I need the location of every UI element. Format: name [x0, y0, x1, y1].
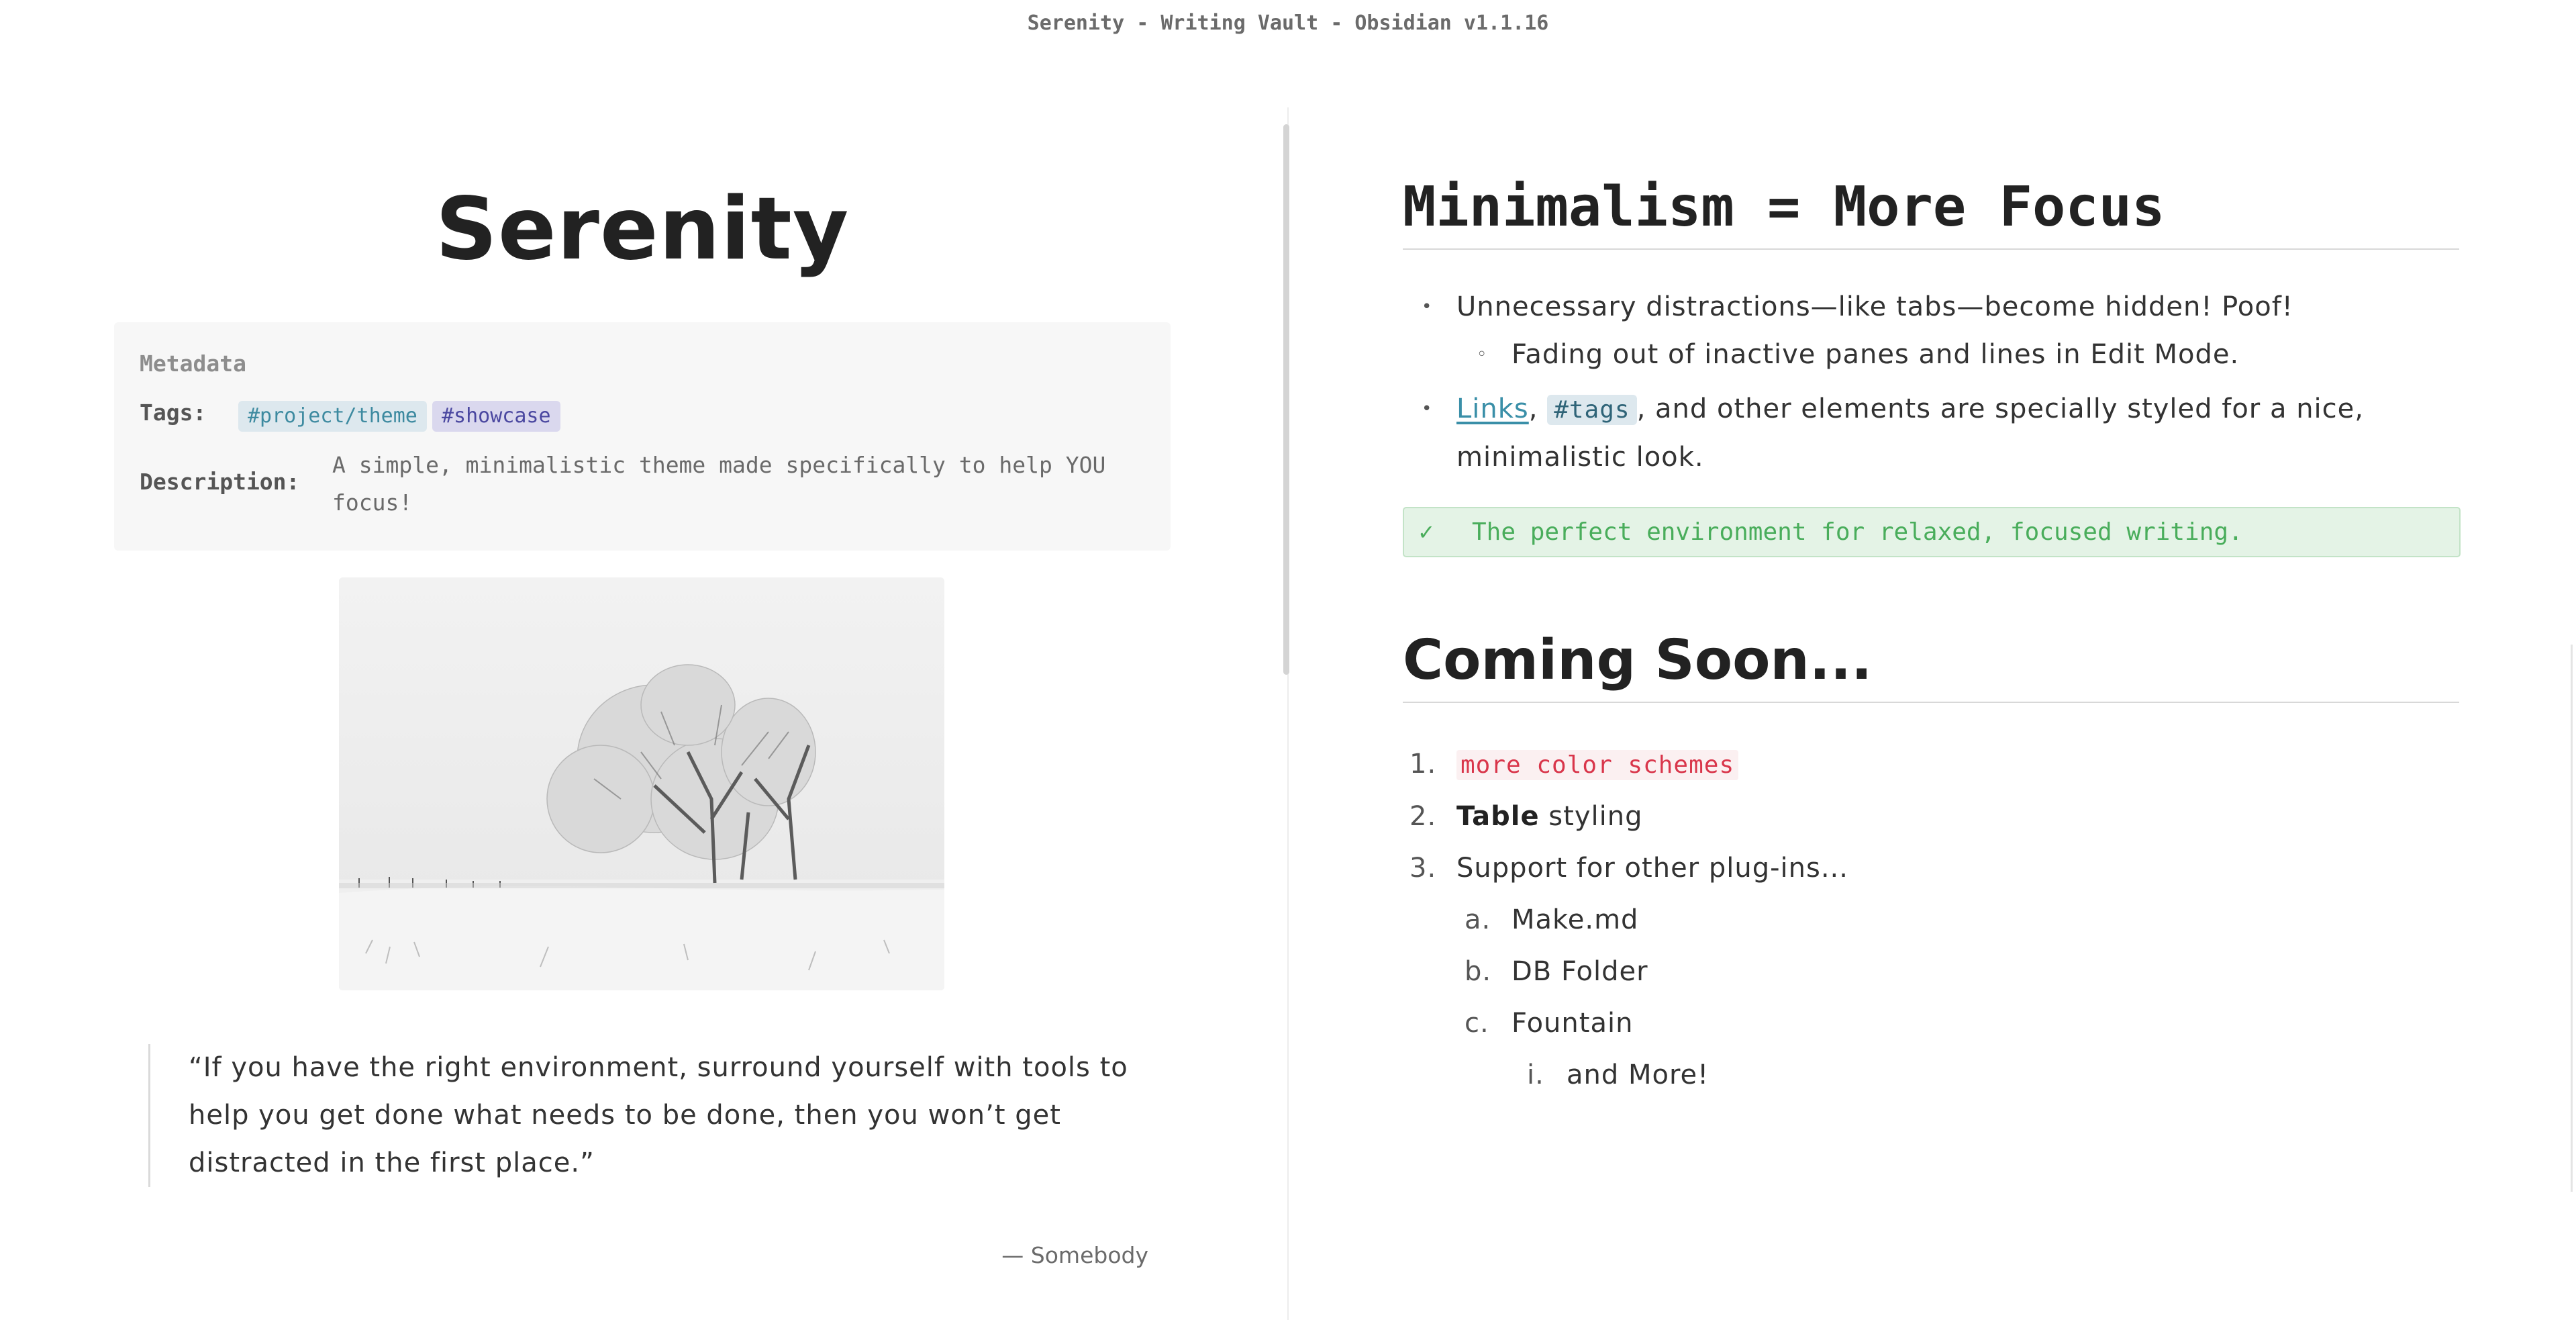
note-title: Serenity: [435, 179, 850, 279]
list-item-text: styling: [1539, 801, 1643, 832]
list-number: 1.: [1409, 749, 1437, 780]
internal-link[interactable]: Links: [1456, 393, 1529, 424]
list-item-text: DB Folder: [1512, 956, 1648, 987]
list-number: a.: [1465, 904, 1491, 935]
list-number: 2.: [1409, 801, 1437, 832]
list-item-text: Unnecessary distractions—like tabs—becom…: [1456, 291, 2293, 322]
list-item: 1. more color schemes: [1403, 739, 2463, 791]
blockquote: “If you have the right environment, surr…: [148, 1044, 1169, 1187]
list-item: 2. Table styling: [1403, 791, 2463, 843]
bullet-icon: •: [1422, 297, 1433, 317]
embedded-image: [339, 577, 944, 990]
list-item-text: ,: [1528, 393, 1548, 424]
metadata-block: Metadata Tags: #project/theme #showcase …: [114, 322, 1171, 551]
snowy-tree-landscape-icon: [339, 577, 944, 990]
check-icon: ✓: [1419, 518, 1434, 546]
left-pane-scrollbar[interactable]: [1283, 124, 1289, 675]
list-item: • Links, #tags, and other elements are s…: [1403, 385, 2463, 481]
metadata-description-label: Description:: [140, 469, 300, 495]
quote-attribution: — Somebody: [1001, 1242, 1148, 1268]
list-item: 3. Support for other plug-ins...: [1403, 843, 2463, 894]
tag-showcase[interactable]: #showcase: [432, 401, 560, 432]
inline-code: more color schemes: [1456, 750, 1739, 780]
callout-text: The perfect environment for relaxed, foc…: [1472, 518, 2243, 546]
bullet-list: • Unnecessary distractions—like tabs—bec…: [1403, 283, 2463, 481]
hollow-bullet-icon: ◦: [1477, 344, 1488, 365]
list-item-text: and More!: [1567, 1059, 1710, 1090]
list-item-text: Make.md: [1512, 904, 1639, 935]
ordered-list: 1. more color schemes 2. Table styling 3…: [1403, 739, 2463, 1101]
list-item-text: Fountain: [1512, 1008, 1634, 1039]
inline-tag[interactable]: #tags: [1547, 395, 1637, 425]
metadata-description-value: A simple, minimalistic theme made specif…: [332, 452, 1106, 516]
list-number: i.: [1527, 1059, 1544, 1090]
list-item-text: Fading out of inactive panes and lines i…: [1512, 339, 2240, 370]
list-number: 3.: [1409, 853, 1437, 884]
list-number: c.: [1465, 1008, 1489, 1039]
heading-minimalism: Minimalism = More Focus: [1403, 175, 2459, 250]
list-number: b.: [1465, 956, 1492, 987]
window-title: Serenity - Writing Vault - Obsidian v1.1…: [1027, 11, 1549, 35]
reading-pane-right: Minimalism = More Focus • Unnecessary di…: [1290, 107, 2576, 1320]
list-item: ◦ Fading out of inactive panes and lines…: [1403, 331, 2463, 379]
tag-project-theme[interactable]: #project/theme: [238, 401, 427, 432]
list-item: i. and More!: [1403, 1049, 2463, 1101]
metadata-heading: Metadata: [140, 350, 246, 377]
heading-coming-soon: Coming Soon...: [1403, 628, 2459, 704]
metadata-tags-label: Tags:: [140, 399, 207, 426]
list-item: c. Fountain: [1403, 998, 2463, 1049]
success-callout: ✓ The perfect environment for relaxed, f…: [1403, 507, 2461, 557]
list-item: b. DB Folder: [1403, 946, 2463, 998]
bold-text: Table: [1456, 801, 1540, 832]
list-item: a. Make.md: [1403, 894, 2463, 946]
list-item-text: Support for other plug-ins...: [1456, 853, 1848, 884]
list-item: • Unnecessary distractions—like tabs—bec…: [1403, 283, 2463, 331]
reading-pane-left: Serenity Metadata Tags: #project/theme #…: [0, 107, 1289, 1320]
bullet-icon: •: [1422, 399, 1433, 419]
